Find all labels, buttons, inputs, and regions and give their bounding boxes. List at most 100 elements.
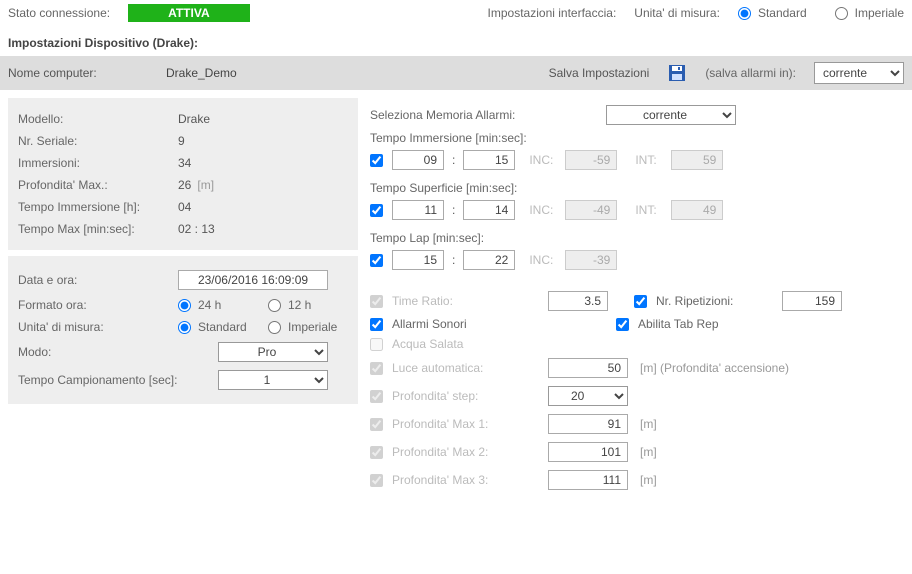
surface-time-inc-field — [565, 200, 617, 220]
max-depth-value: 26 — [178, 178, 191, 192]
max-depth-label: Profondita' Max.: — [18, 178, 178, 192]
dive-time-checkbox[interactable] — [370, 154, 383, 167]
alarm-memory-select[interactable]: corrente — [606, 105, 736, 125]
max-depth-1-field[interactable] — [548, 414, 628, 434]
sampling-label: Tempo Campionamento [sec]: — [18, 373, 218, 387]
unit-standard-radio-left[interactable]: Standard — [178, 320, 268, 334]
surface-time-min-field[interactable] — [392, 200, 444, 220]
serial-value: 9 — [178, 134, 185, 148]
surface-time-checkbox[interactable] — [370, 204, 383, 217]
max-depth-3-field[interactable] — [548, 470, 628, 490]
datetime-label: Data e ora: — [18, 273, 178, 287]
model-label: Modello: — [18, 112, 178, 126]
surface-time-label: Tempo Superficie [min:sec]: — [370, 181, 517, 195]
sampling-select[interactable]: 1 — [218, 370, 328, 390]
save-settings-button[interactable]: Salva Impostazioni — [549, 66, 650, 80]
depth-step-select[interactable]: 20 — [548, 386, 628, 406]
lap-time-label: Tempo Lap [min:sec]: — [370, 231, 484, 245]
connection-status-badge: ATTIVA — [128, 4, 250, 22]
surface-time-int-field — [671, 200, 723, 220]
unit-standard-radio-top[interactable]: Standard — [738, 6, 807, 20]
reps-field[interactable] — [782, 291, 842, 311]
mode-select[interactable]: Pro — [218, 342, 328, 362]
time-format-12-label: 12 h — [288, 298, 311, 312]
time-format-label: Formato ora: — [18, 298, 178, 312]
unit-imperial-label-top: Imperiale — [855, 6, 904, 20]
max-depth-1-checkbox — [370, 418, 383, 431]
inc-label-2: INC: — [529, 203, 559, 217]
autolight-unit: [m] (Profondita' accensione) — [640, 361, 789, 375]
dive-time-sec-field[interactable] — [463, 150, 515, 170]
save-alarms-in-select[interactable]: corrente — [814, 62, 904, 84]
dive-time-inc-field — [565, 150, 617, 170]
tab-rep-label: Abilita Tab Rep — [638, 317, 719, 331]
serial-label: Nr. Seriale: — [18, 134, 178, 148]
max-depth-3-checkbox — [370, 474, 383, 487]
unit-standard-label-left: Standard — [198, 320, 247, 334]
autolight-label: Luce automatica: — [392, 361, 542, 375]
computer-name-value: Drake_Demo — [166, 66, 386, 80]
max-time-value: 02 : 13 — [178, 222, 215, 236]
time-format-24-label: 24 h — [198, 298, 221, 312]
max-depth-2-label: Profondita' Max 2: — [392, 445, 542, 459]
dives-value: 34 — [178, 156, 191, 170]
lap-time-min-field[interactable] — [392, 250, 444, 270]
autolight-checkbox — [370, 362, 383, 375]
dive-time-h-value: 04 — [178, 200, 191, 214]
m-unit-2: [m] — [640, 445, 657, 459]
depth-step-checkbox — [370, 390, 383, 403]
tab-rep-checkbox[interactable] — [616, 318, 629, 331]
time-ratio-label: Time Ratio: — [392, 294, 542, 308]
sound-alarms-checkbox[interactable] — [370, 318, 383, 331]
saltwater-checkbox — [370, 338, 383, 351]
max-depth-2-field[interactable] — [548, 442, 628, 462]
dive-time-h-label: Tempo Immersione [h]: — [18, 200, 178, 214]
unit-imperial-label-left: Imperiale — [288, 320, 337, 334]
save-icon[interactable] — [667, 63, 687, 83]
lap-time-inc-field — [565, 250, 617, 270]
datetime-block: Data e ora: Formato ora: 24 h 12 h Unita… — [8, 256, 358, 404]
sound-alarms-label: Allarmi Sonori — [392, 317, 610, 331]
unit-standard-label-top: Standard — [758, 6, 807, 20]
time-ratio-checkbox — [370, 295, 383, 308]
depth-step-label: Profondita' step: — [392, 389, 542, 403]
int-label: INT: — [635, 153, 665, 167]
time-format-24-radio[interactable]: 24 h — [178, 298, 268, 312]
max-depth-3-label: Profondita' Max 3: — [392, 473, 542, 487]
device-settings-title: Impostazioni Dispositivo (Drake): — [0, 26, 912, 56]
inc-label-3: INC: — [529, 253, 559, 267]
max-depth-unit: [m] — [197, 178, 214, 192]
save-alarms-in-label: (salva allarmi in): — [705, 66, 796, 80]
time-ratio-field[interactable] — [548, 291, 608, 311]
alarm-memory-label: Seleziona Memoria Allarmi: — [370, 108, 600, 122]
unit-label-left: Unita' di misura: — [18, 320, 178, 334]
max-depth-2-checkbox — [370, 446, 383, 459]
dive-time-min-field[interactable] — [392, 150, 444, 170]
computer-name-label: Nome computer: — [8, 66, 148, 80]
model-value: Drake — [178, 112, 210, 126]
reps-checkbox[interactable] — [634, 295, 647, 308]
max-time-label: Tempo Max [min:sec]: — [18, 222, 178, 236]
inc-label: INC: — [529, 153, 559, 167]
unit-imperial-radio-top[interactable]: Imperiale — [835, 6, 904, 20]
surface-time-sec-field[interactable] — [463, 200, 515, 220]
saltwater-label: Acqua Salata — [392, 337, 463, 351]
unit-imperial-radio-left[interactable]: Imperiale — [268, 320, 337, 334]
m-unit-1: [m] — [640, 417, 657, 431]
iface-settings-label: Impostazioni interfaccia: — [488, 6, 617, 20]
time-format-12-radio[interactable]: 12 h — [268, 298, 311, 312]
dives-label: Immersioni: — [18, 156, 178, 170]
dive-time-int-field — [671, 150, 723, 170]
int-label-2: INT: — [635, 203, 665, 217]
lap-time-checkbox[interactable] — [370, 254, 383, 267]
reps-label: Nr. Ripetizioni: — [656, 294, 776, 308]
datetime-field[interactable] — [178, 270, 328, 290]
autolight-field[interactable] — [548, 358, 628, 378]
unit-label-top: Unita' di misura: — [634, 6, 720, 20]
connection-status-label: Stato connessione: — [8, 6, 110, 20]
max-depth-1-label: Profondita' Max 1: — [392, 417, 542, 431]
lap-time-sec-field[interactable] — [463, 250, 515, 270]
m-unit-3: [m] — [640, 473, 657, 487]
dive-time-label: Tempo Immersione [min:sec]: — [370, 131, 527, 145]
mode-label: Modo: — [18, 345, 218, 359]
